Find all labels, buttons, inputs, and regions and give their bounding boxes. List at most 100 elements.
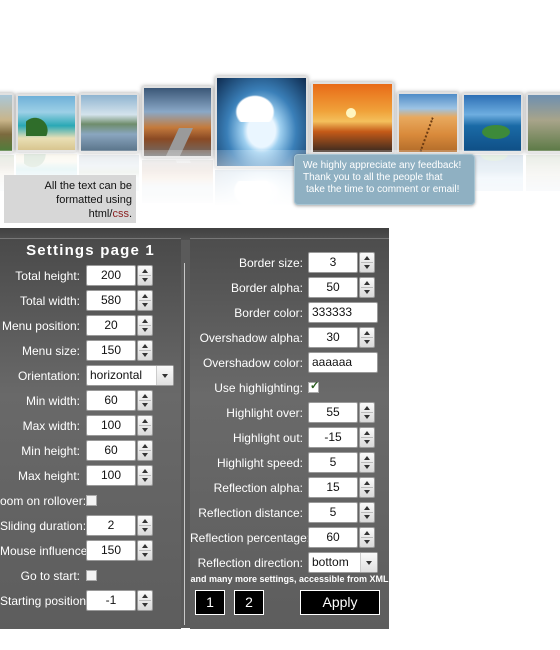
gallery-thumb-3[interactable] bbox=[79, 93, 139, 153]
right-border-size-input[interactable]: 3 bbox=[308, 252, 358, 273]
spin-down-icon[interactable] bbox=[142, 353, 148, 357]
left-total-height-input[interactable]: 200 bbox=[86, 265, 136, 286]
left-total-height-stepper[interactable] bbox=[137, 265, 153, 286]
spin-up-icon[interactable] bbox=[142, 469, 148, 473]
left-min-height-stepper[interactable] bbox=[137, 440, 153, 461]
right-overshadow-alpha-stepper[interactable] bbox=[359, 327, 375, 348]
left-sliding-duration-stepper[interactable] bbox=[137, 515, 153, 536]
right-reflection-distance-stepper[interactable] bbox=[359, 502, 375, 523]
right-reflection-distance-input[interactable]: 5 bbox=[308, 502, 358, 523]
spin-up-icon[interactable] bbox=[364, 256, 370, 260]
right-overshadow-alpha-input[interactable]: 30 bbox=[308, 327, 358, 348]
gallery-thumb-7[interactable] bbox=[397, 92, 459, 154]
apply-button[interactable]: Apply bbox=[300, 590, 380, 615]
right-border-alpha-input[interactable]: 50 bbox=[308, 277, 358, 298]
left-menu-size-input[interactable]: 150 bbox=[86, 340, 136, 361]
spin-down-icon[interactable] bbox=[142, 528, 148, 532]
left-max-width-input[interactable]: 100 bbox=[86, 415, 136, 436]
spin-up-icon[interactable] bbox=[364, 331, 370, 335]
gallery-thumb-4[interactable] bbox=[142, 86, 213, 158]
right-highlight-over-stepper[interactable] bbox=[359, 402, 375, 423]
left-total-width-input[interactable]: 580 bbox=[86, 290, 136, 311]
left-min-width-stepper[interactable] bbox=[137, 390, 153, 411]
spin-up-icon[interactable] bbox=[364, 431, 370, 435]
spin-down-icon[interactable] bbox=[364, 265, 370, 269]
spin-down-icon[interactable] bbox=[364, 290, 370, 294]
left-menu-position-input[interactable]: 20 bbox=[86, 315, 136, 336]
spin-up-icon[interactable] bbox=[142, 419, 148, 423]
spin-up-icon[interactable] bbox=[142, 344, 148, 348]
spin-down-icon[interactable] bbox=[142, 553, 148, 557]
left-max-width-stepper[interactable] bbox=[137, 415, 153, 436]
chevron-down-icon[interactable] bbox=[360, 553, 377, 572]
right-border-alpha-stepper[interactable] bbox=[359, 277, 375, 298]
right-highlight-out-stepper[interactable] bbox=[359, 427, 375, 448]
spin-up-icon[interactable] bbox=[142, 294, 148, 298]
right-border-color-input[interactable]: 333333 bbox=[308, 302, 378, 323]
spin-down-icon[interactable] bbox=[364, 440, 370, 444]
spin-down-icon[interactable] bbox=[142, 603, 148, 607]
spin-down-icon[interactable] bbox=[142, 278, 148, 282]
spin-up-icon[interactable] bbox=[142, 269, 148, 273]
left-menu-size-stepper[interactable] bbox=[137, 340, 153, 361]
right-reflection-percentage-stepper[interactable] bbox=[359, 527, 375, 548]
spin-up-icon[interactable] bbox=[142, 594, 148, 598]
spin-down-icon[interactable] bbox=[364, 490, 370, 494]
left-starting-position-stepper[interactable] bbox=[137, 590, 153, 611]
right-reflection-direction-select[interactable]: bottom bbox=[308, 552, 378, 573]
page-1-button[interactable]: 1 bbox=[195, 590, 225, 615]
left-max-height-input[interactable]: 100 bbox=[86, 465, 136, 486]
right-reflection-alpha-input[interactable]: 15 bbox=[308, 477, 358, 498]
chevron-down-icon[interactable] bbox=[156, 366, 173, 385]
spin-down-icon[interactable] bbox=[364, 515, 370, 519]
left-max-height-stepper[interactable] bbox=[137, 465, 153, 486]
spin-down-icon[interactable] bbox=[142, 478, 148, 482]
right-highlight-out-input[interactable]: -15 bbox=[308, 427, 358, 448]
right-use-highlighting-checkbox[interactable]: ✓ bbox=[308, 380, 319, 393]
gallery-thumb-9[interactable] bbox=[526, 93, 560, 153]
left-menu-position-stepper[interactable] bbox=[137, 315, 153, 336]
spin-down-icon[interactable] bbox=[142, 328, 148, 332]
right-reflection-alpha-stepper[interactable] bbox=[359, 477, 375, 498]
spin-down-icon[interactable] bbox=[364, 540, 370, 544]
left-sliding-duration-input[interactable]: 2 bbox=[86, 515, 136, 536]
left-go-to-start-checkbox[interactable] bbox=[86, 570, 97, 581]
right-overshadow-color-input[interactable]: aaaaaa bbox=[308, 352, 378, 373]
right-border-size-stepper[interactable] bbox=[359, 252, 375, 273]
left-starting-position-input[interactable]: -1 bbox=[86, 590, 136, 611]
right-highlight-speed-input[interactable]: 5 bbox=[308, 452, 358, 473]
right-highlight-speed-stepper[interactable] bbox=[359, 452, 375, 473]
spin-up-icon[interactable] bbox=[142, 519, 148, 523]
right-reflection-percentage-input[interactable]: 60 bbox=[308, 527, 358, 548]
spin-up-icon[interactable] bbox=[364, 481, 370, 485]
gallery-thumb-1[interactable] bbox=[0, 93, 14, 153]
gallery-thumb-8[interactable] bbox=[462, 93, 523, 153]
spin-down-icon[interactable] bbox=[364, 340, 370, 344]
left-min-width-input[interactable]: 60 bbox=[86, 390, 136, 411]
spin-down-icon[interactable] bbox=[142, 303, 148, 307]
left-oom-on-rollover-checkbox[interactable] bbox=[86, 495, 97, 506]
left-total-width-stepper[interactable] bbox=[137, 290, 153, 311]
left-min-height-input[interactable]: 60 bbox=[86, 440, 136, 461]
spin-down-icon[interactable] bbox=[364, 415, 370, 419]
spin-up-icon[interactable] bbox=[364, 406, 370, 410]
spin-up-icon[interactable] bbox=[364, 456, 370, 460]
spin-down-icon[interactable] bbox=[142, 453, 148, 457]
gallery-thumb-2[interactable] bbox=[16, 94, 77, 152]
spin-up-icon[interactable] bbox=[364, 281, 370, 285]
spin-up-icon[interactable] bbox=[142, 394, 148, 398]
spin-up-icon[interactable] bbox=[142, 444, 148, 448]
spin-up-icon[interactable] bbox=[142, 319, 148, 323]
left-mouse-influence-stepper[interactable] bbox=[137, 540, 153, 561]
spin-down-icon[interactable] bbox=[142, 403, 148, 407]
page-2-button[interactable]: 2 bbox=[234, 590, 264, 615]
spin-up-icon[interactable] bbox=[364, 506, 370, 510]
gallery-thumb-6[interactable] bbox=[311, 82, 394, 154]
right-highlight-over-input[interactable]: 55 bbox=[308, 402, 358, 423]
left-mouse-influence-input[interactable]: 150 bbox=[86, 540, 136, 561]
spin-down-icon[interactable] bbox=[142, 428, 148, 432]
left-orientation-select[interactable]: horizontal bbox=[86, 365, 174, 386]
spin-down-icon[interactable] bbox=[364, 465, 370, 469]
spin-up-icon[interactable] bbox=[364, 531, 370, 535]
spin-up-icon[interactable] bbox=[142, 544, 148, 548]
